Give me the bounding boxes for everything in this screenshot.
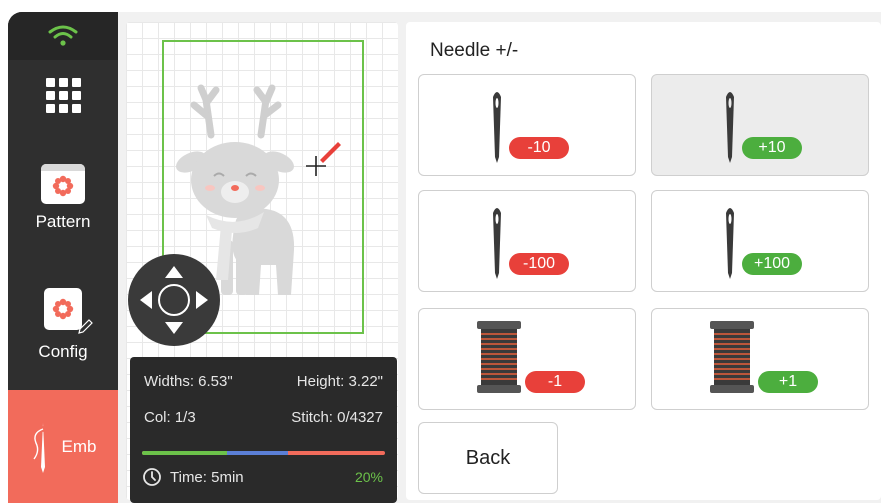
badge-plus-1: +1 <box>758 371 818 393</box>
sidebar-item-label: Config <box>38 342 88 361</box>
sidebar: Pattern Config Emb <box>8 12 118 503</box>
move-right-button[interactable] <box>196 291 208 309</box>
needle-icon <box>493 92 501 163</box>
sidebar-item-config[interactable]: Config <box>8 288 118 362</box>
flower-edit-icon <box>44 288 93 334</box>
needle-plus-10-button[interactable]: +10 <box>651 74 869 176</box>
badge-plus-10: +10 <box>742 137 802 159</box>
crosshair-pencil-icon <box>306 142 341 176</box>
needle-minus-100-button[interactable]: -100 <box>418 190 636 292</box>
grid-icon <box>45 78 81 113</box>
clock-icon <box>143 468 161 486</box>
move-up-button[interactable] <box>165 266 183 278</box>
sidebar-item-label: Pattern <box>35 212 91 231</box>
move-dpad[interactable] <box>128 254 220 346</box>
needle-adjust-panel: Needle +/- -10 +10 -100 +100 -1 +1 Back <box>406 22 881 500</box>
badge-minus-10: -10 <box>509 137 569 159</box>
back-button[interactable]: Back <box>418 422 558 494</box>
needle-icon <box>726 208 734 279</box>
flower-icon <box>41 164 85 204</box>
move-down-button[interactable] <box>165 322 183 334</box>
color-count: Col: 1/3 <box>144 409 196 426</box>
needle-icon <box>493 208 501 279</box>
stitch-info-panel: Widths: 6.53" Height: 3.22" Col: 1/3 Sti… <box>130 357 397 503</box>
progress-segment-1 <box>142 451 228 455</box>
progress-bar <box>142 451 385 455</box>
thread-spool-icon <box>710 321 754 393</box>
stitch-count: Stitch: 0/4327 <box>291 409 383 426</box>
move-left-button[interactable] <box>140 291 152 309</box>
needle-minus-10-button[interactable]: -10 <box>418 74 636 176</box>
design-width: Widths: 6.53" <box>144 373 233 390</box>
badge-minus-1: -1 <box>525 371 585 393</box>
spool-minus-1-button[interactable]: -1 <box>418 308 636 410</box>
embroidery-screen: Pattern Config Emb Widths: 6.53" Height:… <box>8 12 881 503</box>
sidebar-item-label: Emb <box>61 436 97 456</box>
sidebar-item-pattern[interactable]: Pattern <box>8 164 118 232</box>
wifi-icon <box>48 25 78 46</box>
progress-segment-2 <box>227 451 288 455</box>
badge-plus-100: +100 <box>742 253 803 275</box>
needle-icon <box>726 92 734 163</box>
needle-thread-icon <box>32 422 45 473</box>
progress-percent: 20% <box>354 469 383 485</box>
time-remaining: Time: 5min <box>170 468 244 486</box>
design-height: Height: 3.22" <box>296 373 383 390</box>
spool-plus-1-button[interactable]: +1 <box>651 308 869 410</box>
needle-plus-100-button[interactable]: +100 <box>651 190 869 292</box>
panel-title: Needle +/- <box>430 40 519 61</box>
sidebar-item-emb[interactable]: Emb <box>8 390 118 503</box>
sidebar-item-apps[interactable] <box>8 78 118 113</box>
thread-spool-icon <box>477 321 521 393</box>
badge-minus-100: -100 <box>509 253 569 275</box>
wifi-status[interactable] <box>8 12 118 60</box>
move-center-ring <box>158 284 190 316</box>
